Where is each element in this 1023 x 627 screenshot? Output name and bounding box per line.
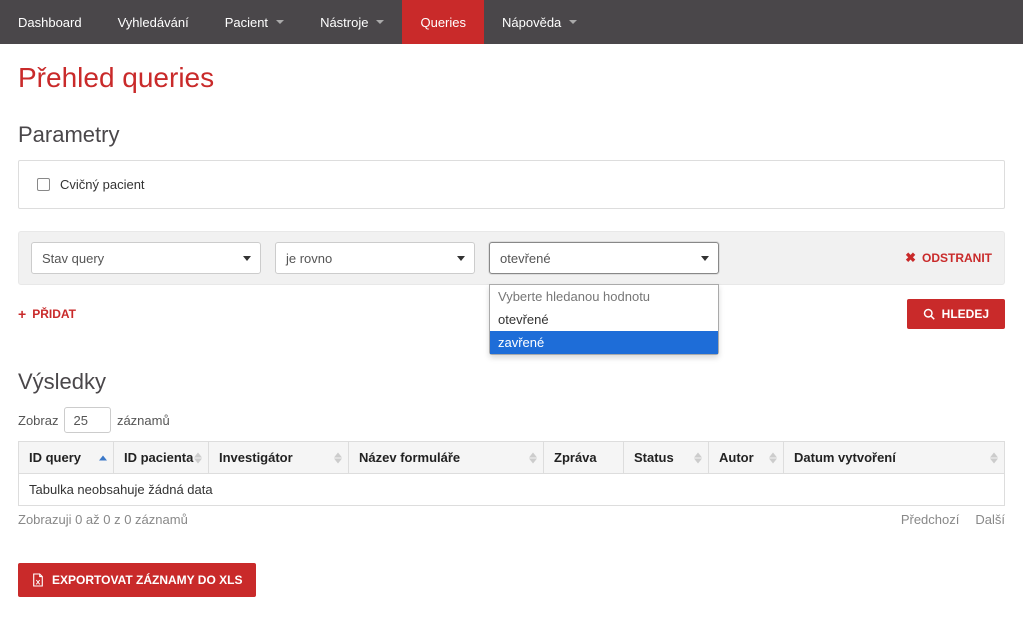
- dropdown-option-open[interactable]: otevřené: [490, 308, 718, 331]
- checkbox-label: Cvičný pacient: [60, 177, 145, 192]
- search-icon: [923, 308, 935, 320]
- close-icon: ✖: [905, 250, 916, 266]
- sort-desc-icon: [769, 458, 777, 463]
- main-navbar: Dashboard Vyhledávání Pacient Nástroje Q…: [0, 0, 1023, 44]
- sort-asc-icon: [194, 452, 202, 457]
- sort-asc-icon: [694, 452, 702, 457]
- col-created[interactable]: Datum vytvoření: [784, 442, 1005, 474]
- page-length-row: Zobraz 25 záznamů: [18, 407, 1005, 433]
- col-status[interactable]: Status: [624, 442, 709, 474]
- chevron-down-icon: [457, 256, 465, 261]
- sort-desc-icon: [990, 458, 998, 463]
- nav-queries[interactable]: Queries: [402, 0, 484, 44]
- page-title: Přehled queries: [18, 62, 1005, 94]
- filter-value-dropdown: Vyberte hledanou hodnotu otevřené zavřen…: [489, 284, 719, 355]
- filter-operator-select[interactable]: je rovno: [275, 242, 475, 274]
- params-checkbox-panel: Cvičný pacient: [18, 160, 1005, 209]
- dropdown-option-placeholder[interactable]: Vyberte hledanou hodnotu: [490, 285, 718, 308]
- remove-filter-button[interactable]: ✖ ODSTRANIT: [905, 250, 992, 266]
- chevron-down-icon: [701, 256, 709, 261]
- col-author[interactable]: Autor: [709, 442, 784, 474]
- chevron-down-icon: [276, 20, 284, 24]
- results-heading: Výsledky: [18, 369, 1005, 395]
- page-next[interactable]: Další: [975, 512, 1005, 527]
- nav-dashboard[interactable]: Dashboard: [0, 0, 100, 44]
- sort-asc-icon: [990, 452, 998, 457]
- table-info: Zobrazuji 0 až 0 z 0 záznamů: [18, 512, 188, 527]
- add-filter-button[interactable]: + PŘIDAT: [18, 306, 76, 322]
- chevron-down-icon: [243, 256, 251, 261]
- filter-field-select[interactable]: Stav query: [31, 242, 261, 274]
- col-message[interactable]: Zpráva: [544, 442, 624, 474]
- sort-asc-icon: [769, 452, 777, 457]
- params-heading: Parametry: [18, 122, 1005, 148]
- length-prefix: Zobraz: [18, 413, 58, 428]
- nav-help[interactable]: Nápověda: [484, 0, 595, 44]
- page-prev[interactable]: Předchozí: [901, 512, 960, 527]
- empty-message: Tabulka neobsahuje žádná data: [19, 474, 1005, 506]
- filter-value-select[interactable]: otevřené: [489, 242, 719, 274]
- sort-asc-icon: [99, 455, 107, 460]
- plus-icon: +: [18, 306, 26, 322]
- dropdown-option-closed[interactable]: zavřené: [490, 331, 718, 354]
- sort-asc-icon: [529, 452, 537, 457]
- col-investigator[interactable]: Investigátor: [209, 442, 349, 474]
- pagination: Předchozí Další: [901, 512, 1005, 527]
- sort-asc-icon: [334, 452, 342, 457]
- nav-patient[interactable]: Pacient: [207, 0, 302, 44]
- page-length-select[interactable]: 25: [64, 407, 110, 433]
- col-id-patient[interactable]: ID pacienta: [114, 442, 209, 474]
- chevron-down-icon: [376, 20, 384, 24]
- col-id-query[interactable]: ID query: [19, 442, 114, 474]
- training-patient-checkbox[interactable]: Cvičný pacient: [37, 177, 986, 192]
- export-xls-button[interactable]: EXPORTOVAT ZÁZNAMY DO XLS: [18, 563, 256, 597]
- col-form-name[interactable]: Název formuláře: [349, 442, 544, 474]
- file-excel-icon: [32, 573, 44, 587]
- length-suffix: záznamů: [117, 413, 170, 428]
- sort-desc-icon: [694, 458, 702, 463]
- nav-search[interactable]: Vyhledávání: [100, 0, 207, 44]
- checkbox-icon: [37, 178, 50, 191]
- sort-desc-icon: [334, 458, 342, 463]
- table-row-empty: Tabulka neobsahuje žádná data: [19, 474, 1005, 506]
- chevron-down-icon: [569, 20, 577, 24]
- sort-desc-icon: [194, 458, 202, 463]
- results-table: ID query ID pacienta Investigátor Název …: [18, 441, 1005, 506]
- search-button[interactable]: HLEDEJ: [907, 299, 1005, 329]
- nav-tools[interactable]: Nástroje: [302, 0, 402, 44]
- sort-desc-icon: [529, 458, 537, 463]
- filter-row: Stav query je rovno otevřené Vyberte hle…: [18, 231, 1005, 285]
